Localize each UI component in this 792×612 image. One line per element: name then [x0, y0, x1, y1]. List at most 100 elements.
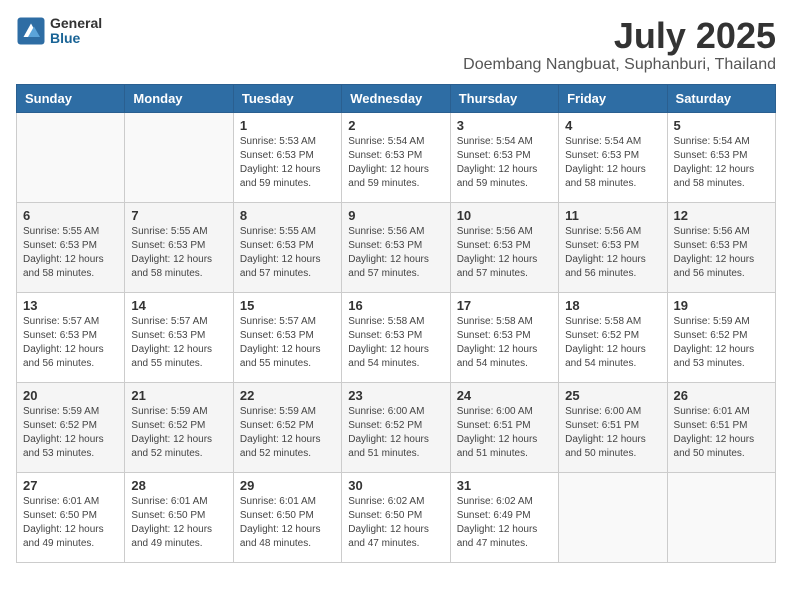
- calendar-cell: 26Sunrise: 6:01 AM Sunset: 6:51 PM Dayli…: [667, 382, 775, 472]
- logo-text: General Blue: [50, 16, 102, 47]
- day-info: Sunrise: 5:59 AM Sunset: 6:52 PM Dayligh…: [23, 405, 118, 461]
- day-number: 28: [131, 478, 226, 493]
- day-info: Sunrise: 5:56 AM Sunset: 6:53 PM Dayligh…: [348, 225, 443, 281]
- day-number: 10: [457, 208, 552, 223]
- day-number: 24: [457, 388, 552, 403]
- day-number: 12: [674, 208, 769, 223]
- day-info: Sunrise: 6:01 AM Sunset: 6:50 PM Dayligh…: [240, 495, 335, 551]
- calendar-cell: 15 Sunrise: 5:57 AM Sunset: 6:53 PM Dayli…: [233, 292, 341, 382]
- calendar-cell: 7 Sunrise: 5:55 AM Sunset: 6:53 PM Daylig…: [125, 202, 233, 292]
- calendar-cell: 10 Sunrise: 5:56 AM Sunset: 6:53 PM Dayli…: [450, 202, 558, 292]
- calendar-table: SundayMondayTuesdayWednesdayThursdayFrid…: [16, 84, 776, 563]
- title-section: July 2025 Doembang Nangbuat, Suphanburi,…: [463, 16, 776, 74]
- day-number: 26: [674, 388, 769, 403]
- calendar-header-sunday: Sunday: [17, 84, 125, 112]
- day-number: 3: [457, 118, 552, 133]
- day-number: 2: [348, 118, 443, 133]
- calendar-cell: 5 Sunrise: 5:54 AM Sunset: 6:53 PM Daylig…: [667, 112, 775, 202]
- day-info: Sunrise: 5:56 AM Sunset: 6:53 PM Dayligh…: [457, 225, 552, 281]
- calendar-cell: 8 Sunrise: 5:55 AM Sunset: 6:53 PM Daylig…: [233, 202, 341, 292]
- calendar-cell: 17 Sunrise: 5:58 AM Sunset: 6:53 PM Dayli…: [450, 292, 558, 382]
- day-info: Sunrise: 5:58 AM Sunset: 6:53 PM Dayligh…: [457, 315, 552, 371]
- day-number: 11: [565, 208, 660, 223]
- calendar-cell: [17, 112, 125, 202]
- day-number: 5: [674, 118, 769, 133]
- day-info: Sunrise: 6:00 AM Sunset: 6:52 PM Dayligh…: [348, 405, 443, 461]
- day-number: 22: [240, 388, 335, 403]
- calendar-cell: 13 Sunrise: 5:57 AM Sunset: 6:53 PM Dayli…: [17, 292, 125, 382]
- calendar-cell: 25Sunrise: 6:00 AM Sunset: 6:51 PM Dayli…: [559, 382, 667, 472]
- calendar-cell: 20 Sunrise: 5:59 AM Sunset: 6:52 PM Dayli…: [17, 382, 125, 472]
- day-number: 8: [240, 208, 335, 223]
- day-info: Sunrise: 5:57 AM Sunset: 6:53 PM Dayligh…: [240, 315, 335, 371]
- day-info: Sunrise: 5:55 AM Sunset: 6:53 PM Dayligh…: [131, 225, 226, 281]
- day-number: 9: [348, 208, 443, 223]
- day-number: 19: [674, 298, 769, 313]
- calendar-cell: 29 Sunrise: 6:01 AM Sunset: 6:50 PM Dayli…: [233, 472, 341, 562]
- day-number: 15: [240, 298, 335, 313]
- day-number: 30: [348, 478, 443, 493]
- calendar-header-thursday: Thursday: [450, 84, 558, 112]
- day-info: Sunrise: 5:55 AM Sunset: 6:53 PM Dayligh…: [240, 225, 335, 281]
- day-number: 29: [240, 478, 335, 493]
- calendar-cell: 14Sunrise: 5:57 AM Sunset: 6:53 PM Dayli…: [125, 292, 233, 382]
- page-header: General Blue July 2025 Doembang Nangbuat…: [16, 16, 776, 74]
- day-number: 7: [131, 208, 226, 223]
- calendar-header-tuesday: Tuesday: [233, 84, 341, 112]
- calendar-week-row: 20 Sunrise: 5:59 AM Sunset: 6:52 PM Dayli…: [17, 382, 776, 472]
- calendar-cell: 2 Sunrise: 5:54 AM Sunset: 6:53 PM Daylig…: [342, 112, 450, 202]
- day-info: Sunrise: 5:59 AM Sunset: 6:52 PM Dayligh…: [240, 405, 335, 461]
- calendar-cell: 21Sunrise: 5:59 AM Sunset: 6:52 PM Dayli…: [125, 382, 233, 472]
- day-info: Sunrise: 5:56 AM Sunset: 6:53 PM Dayligh…: [565, 225, 660, 281]
- day-number: 23: [348, 388, 443, 403]
- calendar-cell: 6Sunrise: 5:55 AM Sunset: 6:53 PM Daylig…: [17, 202, 125, 292]
- day-number: 14: [131, 298, 226, 313]
- day-number: 13: [23, 298, 118, 313]
- day-number: 25: [565, 388, 660, 403]
- calendar-cell: 11 Sunrise: 5:56 AM Sunset: 6:53 PM Dayli…: [559, 202, 667, 292]
- day-number: 31: [457, 478, 552, 493]
- month-title: July 2025: [463, 16, 776, 56]
- day-info: Sunrise: 5:55 AM Sunset: 6:53 PM Dayligh…: [23, 225, 118, 281]
- calendar-cell: 12Sunrise: 5:56 AM Sunset: 6:53 PM Dayli…: [667, 202, 775, 292]
- calendar-week-row: 1 Sunrise: 5:53 AM Sunset: 6:53 PM Daylig…: [17, 112, 776, 202]
- day-info: Sunrise: 5:54 AM Sunset: 6:53 PM Dayligh…: [674, 135, 769, 191]
- day-number: 16: [348, 298, 443, 313]
- calendar-header-saturday: Saturday: [667, 84, 775, 112]
- calendar-cell: 27Sunrise: 6:01 AM Sunset: 6:50 PM Dayli…: [17, 472, 125, 562]
- day-info: Sunrise: 5:59 AM Sunset: 6:52 PM Dayligh…: [131, 405, 226, 461]
- logo-icon: [16, 16, 46, 46]
- day-info: Sunrise: 5:57 AM Sunset: 6:53 PM Dayligh…: [23, 315, 118, 371]
- calendar-cell: [559, 472, 667, 562]
- calendar-cell: 30Sunrise: 6:02 AM Sunset: 6:50 PM Dayli…: [342, 472, 450, 562]
- day-number: 20: [23, 388, 118, 403]
- day-info: Sunrise: 5:53 AM Sunset: 6:53 PM Dayligh…: [240, 135, 335, 191]
- day-info: Sunrise: 6:01 AM Sunset: 6:50 PM Dayligh…: [23, 495, 118, 551]
- location-title: Doembang Nangbuat, Suphanburi, Thailand: [463, 56, 776, 74]
- day-info: Sunrise: 6:02 AM Sunset: 6:49 PM Dayligh…: [457, 495, 552, 551]
- day-info: Sunrise: 5:54 AM Sunset: 6:53 PM Dayligh…: [348, 135, 443, 191]
- calendar-cell: 4 Sunrise: 5:54 AM Sunset: 6:53 PM Daylig…: [559, 112, 667, 202]
- calendar-week-row: 6Sunrise: 5:55 AM Sunset: 6:53 PM Daylig…: [17, 202, 776, 292]
- day-number: 17: [457, 298, 552, 313]
- calendar-cell: 23 Sunrise: 6:00 AM Sunset: 6:52 PM Dayli…: [342, 382, 450, 472]
- day-info: Sunrise: 5:59 AM Sunset: 6:52 PM Dayligh…: [674, 315, 769, 371]
- calendar-cell: 19 Sunrise: 5:59 AM Sunset: 6:52 PM Dayli…: [667, 292, 775, 382]
- day-info: Sunrise: 6:00 AM Sunset: 6:51 PM Dayligh…: [457, 405, 552, 461]
- day-info: Sunrise: 5:54 AM Sunset: 6:53 PM Dayligh…: [565, 135, 660, 191]
- calendar-cell: 31 Sunrise: 6:02 AM Sunset: 6:49 PM Dayli…: [450, 472, 558, 562]
- calendar-header-wednesday: Wednesday: [342, 84, 450, 112]
- logo-blue: Blue: [50, 31, 102, 46]
- day-number: 4: [565, 118, 660, 133]
- calendar-cell: 9 Sunrise: 5:56 AM Sunset: 6:53 PM Daylig…: [342, 202, 450, 292]
- calendar-cell: [125, 112, 233, 202]
- logo: General Blue: [16, 16, 102, 47]
- calendar-cell: 28Sunrise: 6:01 AM Sunset: 6:50 PM Dayli…: [125, 472, 233, 562]
- logo-general: General: [50, 16, 102, 31]
- calendar-cell: 24 Sunrise: 6:00 AM Sunset: 6:51 PM Dayli…: [450, 382, 558, 472]
- calendar-cell: 3Sunrise: 5:54 AM Sunset: 6:53 PM Daylig…: [450, 112, 558, 202]
- calendar-header-row: SundayMondayTuesdayWednesdayThursdayFrid…: [17, 84, 776, 112]
- day-number: 1: [240, 118, 335, 133]
- day-info: Sunrise: 5:58 AM Sunset: 6:52 PM Dayligh…: [565, 315, 660, 371]
- calendar-cell: 16Sunrise: 5:58 AM Sunset: 6:53 PM Dayli…: [342, 292, 450, 382]
